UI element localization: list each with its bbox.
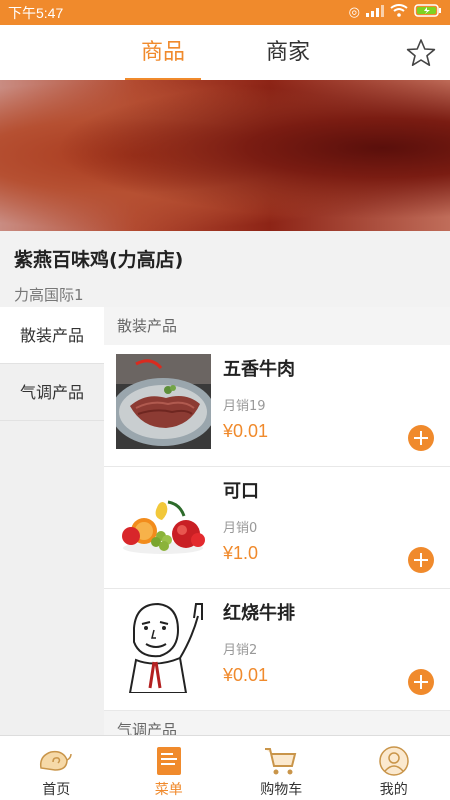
menu-document-icon	[156, 746, 182, 780]
bottom-nav-home[interactable]: 首页	[0, 736, 113, 800]
product-image-fruit	[116, 476, 211, 571]
category-item-bulk[interactable]: 散装产品	[0, 307, 104, 364]
shopping-cart-icon	[264, 746, 298, 780]
product-price: ¥0.01	[223, 421, 269, 441]
product-name: 红烧牛排	[223, 603, 295, 624]
bottom-nav-label: 购物车	[260, 782, 303, 798]
product-price: ¥1.0	[223, 543, 259, 563]
product-sales: 月销19	[223, 399, 266, 414]
add-to-cart-button[interactable]	[408, 547, 434, 573]
top-nav: 商品 商家	[0, 25, 450, 80]
product-item[interactable]: 可口 月销0 ¥1.0	[104, 467, 450, 589]
product-sales: 月销2	[223, 643, 258, 658]
home-snail-icon	[37, 746, 75, 778]
tab-merchant[interactable]: 商家	[250, 25, 326, 80]
add-to-cart-button[interactable]	[408, 425, 434, 451]
section-header: 散装产品	[104, 307, 450, 345]
category-sidebar: 散装产品 气调产品	[0, 307, 104, 735]
product-list[interactable]: 散装产品 五香牛肉 月销19 ¥0.01 可口 月销0 ¥1.0 红烧牛排 月销…	[104, 307, 450, 735]
wifi-icon	[390, 4, 408, 21]
bottom-nav-cart[interactable]: 购物车	[225, 736, 338, 800]
status-time: 下午5:47	[8, 4, 64, 21]
product-image-meme	[116, 598, 211, 693]
signal-icon	[366, 4, 384, 21]
bottom-nav-label: 菜单	[154, 782, 183, 798]
shop-address: 力高国际1	[14, 286, 84, 304]
battery-charging-icon	[414, 4, 442, 21]
shop-name: 紫燕百味鸡(力高店)	[14, 249, 184, 271]
star-outline-icon[interactable]	[406, 38, 436, 68]
product-image-beef	[116, 354, 211, 449]
product-sales: 月销0	[223, 521, 258, 536]
product-item[interactable]: 红烧牛排 月销2 ¥0.01	[104, 589, 450, 711]
section-header: 气调产品	[104, 711, 450, 735]
tab-products[interactable]: 商品	[125, 25, 201, 80]
alarm-icon: ◎	[348, 5, 360, 20]
product-price: ¥0.01	[223, 665, 269, 685]
bottom-nav: 首页 菜单 购物车 我的	[0, 735, 450, 800]
shop-info: 紫燕百味鸡(力高店) 力高国际1	[0, 231, 450, 307]
bottom-nav-label: 我的	[379, 782, 408, 798]
bottom-nav-label: 首页	[42, 782, 71, 798]
category-item-packaged[interactable]: 气调产品	[0, 364, 104, 421]
add-to-cart-button[interactable]	[408, 669, 434, 695]
shop-banner-image	[0, 80, 450, 231]
product-item[interactable]: 五香牛肉 月销19 ¥0.01	[104, 345, 450, 467]
product-name: 五香牛肉	[223, 359, 295, 380]
user-profile-icon	[379, 746, 409, 780]
status-bar: 下午5:47 ◎	[0, 0, 450, 25]
bottom-nav-profile[interactable]: 我的	[338, 736, 450, 800]
bottom-nav-menu[interactable]: 菜单	[113, 736, 226, 800]
product-name: 可口	[223, 481, 259, 502]
